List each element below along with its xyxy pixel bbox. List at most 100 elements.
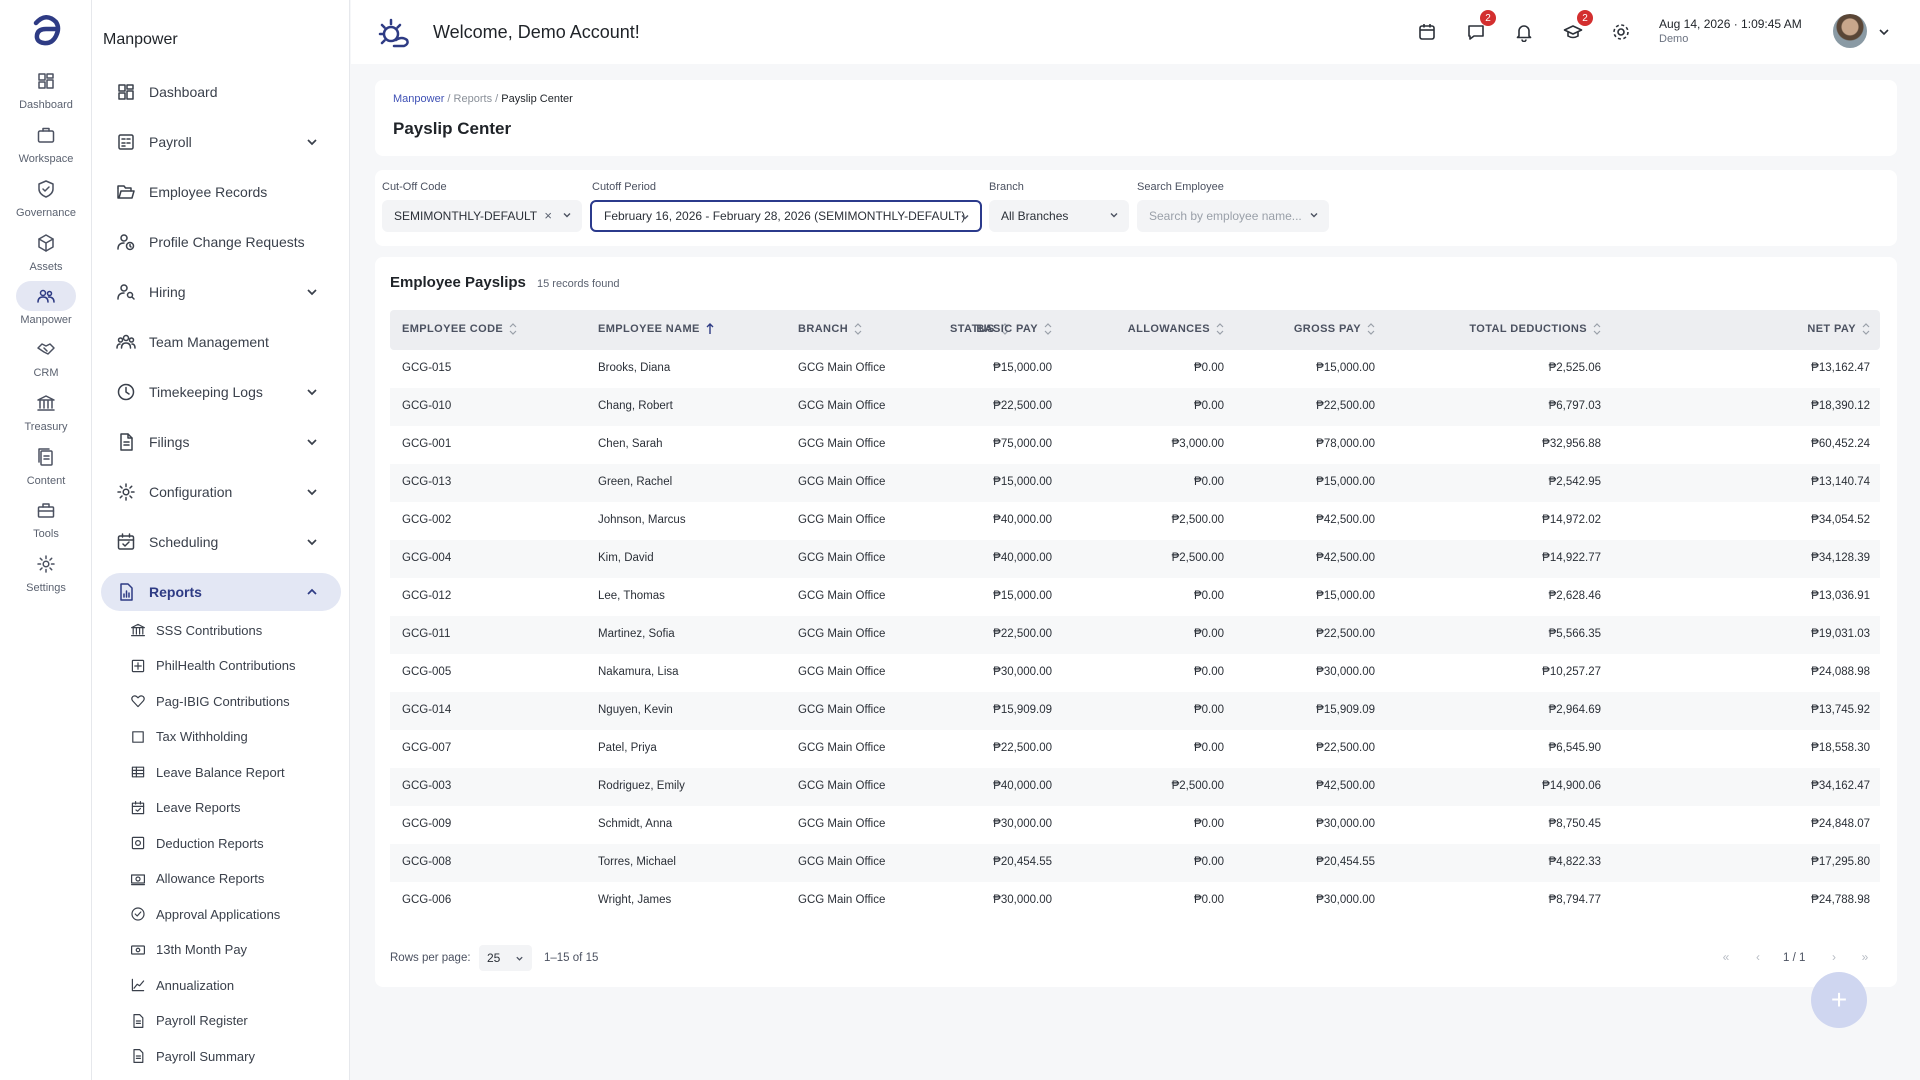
sidebar-item-reports[interactable]: Reports: [101, 573, 341, 611]
report-link-deduction-reports[interactable]: Deduction Reports: [130, 831, 264, 855]
report-link-philhealth-contributions[interactable]: PhilHealth Contributions: [130, 654, 295, 678]
cell-allowances: ₱0.00: [1193, 362, 1224, 374]
chevron-down-icon: [516, 956, 523, 961]
calendar-icon[interactable]: [1415, 20, 1439, 44]
report-link-sss-contributions[interactable]: SSS Contributions: [130, 618, 262, 642]
branch-select[interactable]: All Branches: [989, 200, 1129, 232]
chevron-up-icon[interactable]: [305, 585, 319, 599]
page-indicator: 1 / 1: [1783, 952, 1806, 964]
rail-item-manpower[interactable]: Manpower: [0, 281, 92, 326]
clear-icon[interactable]: ×: [544, 208, 552, 223]
column-header-total-deductions[interactable]: TOTAL DEDUCTIONS: [1469, 323, 1601, 335]
cell-employee-name: Martinez, Sofia: [598, 628, 675, 640]
column-header-basic-pay[interactable]: BASIC PAY: [976, 323, 1052, 335]
cell-net-pay: ₱24,788.98: [1811, 894, 1870, 906]
next-page-icon[interactable]: ›: [1825, 948, 1843, 966]
table-row[interactable]: GCG-013 Green, Rachel GCG Main Office ₱15,0…: [390, 464, 1880, 502]
chevron-down-icon[interactable]: [305, 435, 319, 449]
sidebar-item-employee-records[interactable]: Employee Records: [101, 173, 341, 211]
column-header-net-pay[interactable]: NET PAY: [1807, 323, 1870, 335]
sidebar-item-timekeeping-logs[interactable]: Timekeeping Logs: [101, 373, 341, 411]
messages-icon[interactable]: 2: [1464, 10, 1496, 44]
chevron-down-icon[interactable]: [305, 485, 319, 499]
rail-item-governance[interactable]: Governance: [0, 174, 92, 219]
cutoff-code-select[interactable]: SEMIMONTHLY-DEFAULT ×: [382, 200, 582, 232]
column-header-gross-pay[interactable]: GROSS PAY: [1294, 323, 1375, 335]
table-row[interactable]: GCG-014 Nguyen, Kevin GCG Main Office ₱15,9…: [390, 692, 1880, 730]
page-title: Payslip Center: [393, 119, 512, 138]
chevron-down-icon[interactable]: [305, 385, 319, 399]
report-link-pag-ibig-contributions[interactable]: Pag-IBIG Contributions: [130, 689, 290, 713]
cell-gross-pay: ₱15,000.00: [1316, 362, 1375, 374]
rail-item-content[interactable]: Content: [0, 442, 92, 487]
report-link-annualization[interactable]: Annualization: [130, 973, 234, 997]
report-link-payroll-register[interactable]: Payroll Register: [130, 1009, 248, 1033]
prev-page-icon[interactable]: ‹: [1749, 948, 1767, 966]
column-header-allowances[interactable]: ALLOWANCES: [1128, 323, 1224, 335]
cell-gross-pay: ₱30,000.00: [1316, 818, 1375, 830]
cell-basic-pay: ₱75,000.00: [993, 438, 1052, 450]
rail-item-treasury[interactable]: Treasury: [0, 388, 92, 433]
notifications-bell-icon[interactable]: [1512, 20, 1536, 44]
table-row[interactable]: GCG-004 Kim, David GCG Main Office ₱40,000.…: [390, 540, 1880, 578]
report-link-allowance-reports[interactable]: Allowance Reports: [130, 867, 264, 891]
cell-total-deductions: ₱32,956.88: [1542, 438, 1601, 450]
rows-per-page-select[interactable]: 25: [479, 945, 532, 971]
table-row[interactable]: GCG-009 Schmidt, Anna GCG Main Office ₱30,0…: [390, 806, 1880, 844]
report-link-leave-balance-report[interactable]: Leave Balance Report: [130, 760, 285, 784]
table-row[interactable]: GCG-011 Martinez, Sofia GCG Main Office ₱22…: [390, 616, 1880, 654]
chevron-down-icon[interactable]: [305, 135, 319, 149]
table-row[interactable]: GCG-005 Nakamura, Lisa GCG Main Office ₱30,…: [390, 654, 1880, 692]
report-link-payroll-summary[interactable]: Payroll Summary: [130, 1044, 255, 1068]
sidebar-item-label: Team Management: [149, 334, 269, 350]
chevron-down-icon[interactable]: [305, 535, 319, 549]
sidebar-item-scheduling[interactable]: Scheduling: [101, 523, 341, 561]
last-page-icon[interactable]: »: [1856, 948, 1874, 966]
sidebar-item-configuration[interactable]: Configuration: [101, 473, 341, 511]
add-fab-button[interactable]: +: [1811, 972, 1867, 1028]
sidebar-item-profile-change-requests[interactable]: Profile Change Requests: [101, 223, 341, 261]
breadcrumb-reports[interactable]: Reports: [454, 93, 493, 105]
table-row[interactable]: GCG-008 Torres, Michael GCG Main Office ₱20…: [390, 844, 1880, 882]
chevron-down-icon[interactable]: [1878, 26, 1890, 38]
rail-item-workspace[interactable]: Workspace: [0, 120, 92, 165]
first-page-icon[interactable]: «: [1717, 948, 1735, 966]
report-link-approval-applications[interactable]: Approval Applications: [130, 902, 280, 926]
cell-employee-code: GCG-010: [402, 400, 452, 412]
chevron-down-icon[interactable]: [305, 285, 319, 299]
learning-cap-icon[interactable]: 2: [1561, 10, 1593, 44]
sidebar-item-filings[interactable]: Filings: [101, 423, 341, 461]
report-link-13th-month-pay[interactable]: 13th Month Pay: [130, 938, 247, 962]
column-header-employee-name[interactable]: EMPLOYEE NAME: [598, 323, 714, 335]
sidebar-item-dashboard[interactable]: Dashboard: [101, 73, 341, 111]
cell-branch: GCG Main Office: [798, 628, 886, 640]
rail-item-dashboard[interactable]: Dashboard: [0, 66, 92, 111]
table-row[interactable]: GCG-003 Rodriguez, Emily GCG Main Office ₱4…: [390, 768, 1880, 806]
table-row[interactable]: GCG-007 Patel, Priya GCG Main Office ₱22,50…: [390, 730, 1880, 768]
column-header-employee-code[interactable]: EMPLOYEE CODE: [402, 323, 517, 335]
column-header-branch[interactable]: BRANCH: [798, 323, 862, 335]
rail-item-crm[interactable]: CRM: [0, 334, 92, 379]
report-link-tax-withholding[interactable]: Tax Withholding: [130, 725, 248, 749]
cutoff-period-select[interactable]: February 16, 2026 - February 28, 2026 (S…: [590, 200, 982, 232]
sidebar-item-hiring[interactable]: Hiring: [101, 273, 341, 311]
rail-item-settings[interactable]: Settings: [0, 549, 92, 594]
table-row[interactable]: GCG-002 Johnson, Marcus GCG Main Office ₱40…: [390, 502, 1880, 540]
report-link-leave-reports[interactable]: Leave Reports: [130, 796, 241, 820]
table-row[interactable]: GCG-001 Chen, Sarah GCG Main Office ₱75,000…: [390, 426, 1880, 464]
search-employee-input[interactable]: Search by employee name...: [1137, 200, 1329, 232]
table-row[interactable]: GCG-010 Chang, Robert GCG Main Office ₱22,5…: [390, 388, 1880, 426]
rail-item-tools[interactable]: Tools: [0, 495, 92, 540]
breadcrumb-manpower[interactable]: Manpower: [393, 93, 444, 105]
app-logo-icon[interactable]: [26, 10, 66, 50]
sidebar-item-payroll[interactable]: Payroll: [101, 123, 341, 161]
user-avatar[interactable]: [1833, 14, 1867, 48]
table-row[interactable]: GCG-015 Brooks, Diana GCG Main Office ₱15,0…: [390, 350, 1880, 388]
settings-gear-icon[interactable]: [1609, 20, 1633, 44]
report-link-label: PhilHealth Contributions: [156, 658, 296, 673]
table-row[interactable]: GCG-006 Wright, James GCG Main Office ₱30,0…: [390, 882, 1880, 920]
cell-total-deductions: ₱2,525.06: [1548, 362, 1601, 374]
rail-item-assets[interactable]: Assets: [0, 228, 92, 273]
sidebar-item-team-management[interactable]: Team Management: [101, 323, 341, 361]
table-row[interactable]: GCG-012 Lee, Thomas GCG Main Office ₱15,000…: [390, 578, 1880, 616]
